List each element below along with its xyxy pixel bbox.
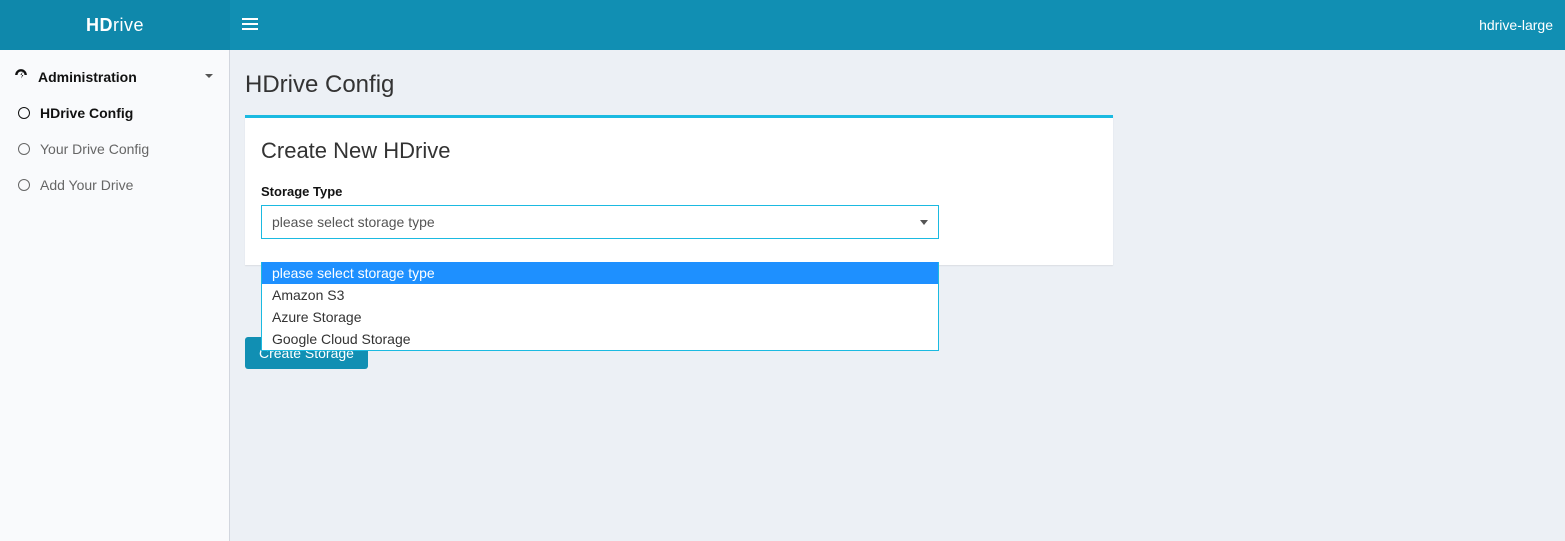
- storage-type-option[interactable]: Amazon S3: [262, 284, 938, 306]
- sidebar-item-label: Add Your Drive: [40, 177, 133, 193]
- create-hdrive-panel: Create New HDrive Storage Type please se…: [245, 115, 1113, 265]
- circle-icon: [18, 143, 30, 155]
- page-title: HDrive Config: [245, 71, 1550, 99]
- chevron-down-icon: [203, 69, 215, 85]
- user-label: hdrive-large: [1479, 17, 1553, 33]
- storage-type-option[interactable]: Google Cloud Storage: [262, 328, 938, 350]
- hamburger-icon: [242, 16, 258, 35]
- main-content: HDrive Config Create New HDrive Storage …: [230, 50, 1565, 541]
- sidebar-item-your-drive-config[interactable]: Your Drive Config: [0, 131, 229, 167]
- user-menu[interactable]: hdrive-large: [1479, 0, 1565, 50]
- circle-icon: [18, 179, 30, 191]
- sidebar: Administration HDrive Config Your Drive …: [0, 50, 230, 541]
- brand-logo[interactable]: HDrive: [0, 0, 230, 50]
- circle-icon: [18, 107, 30, 119]
- sidebar-section-label: Administration: [38, 69, 137, 85]
- sidebar-item-add-your-drive[interactable]: Add Your Drive: [0, 167, 229, 203]
- sidebar-item-hdrive-config[interactable]: HDrive Config: [0, 95, 229, 131]
- storage-type-option[interactable]: please select storage type: [262, 262, 938, 284]
- storage-type-option[interactable]: Azure Storage: [262, 306, 938, 328]
- sidebar-item-label: HDrive Config: [40, 105, 133, 121]
- top-header: HDrive hdrive-large: [0, 0, 1565, 50]
- storage-type-dropdown: please select storage type Amazon S3 Azu…: [261, 262, 939, 351]
- brand-rest: rive: [113, 15, 144, 35]
- storage-type-label: Storage Type: [261, 184, 1097, 199]
- dashboard-icon: [14, 68, 28, 85]
- select-display-value: please select storage type: [272, 214, 435, 230]
- caret-down-icon: [920, 220, 928, 225]
- panel-title: Create New HDrive: [261, 138, 1097, 164]
- storage-type-select[interactable]: please select storage type: [261, 205, 939, 239]
- sidebar-section-administration[interactable]: Administration: [0, 58, 229, 95]
- menu-toggle-button[interactable]: [230, 0, 270, 50]
- sidebar-item-label: Your Drive Config: [40, 141, 149, 157]
- brand-bold: HD: [86, 15, 113, 35]
